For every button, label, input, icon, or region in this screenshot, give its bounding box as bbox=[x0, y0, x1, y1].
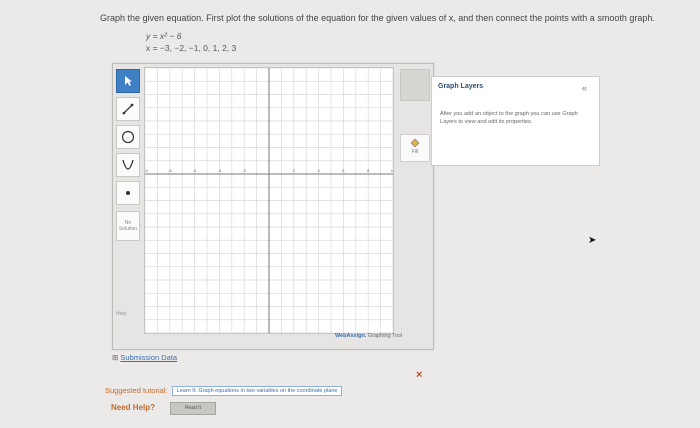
x-tick-label: 2 bbox=[293, 168, 296, 173]
instruction-text: Graph the given equation. First plot the… bbox=[100, 13, 655, 23]
x-tick-label: -2 bbox=[242, 168, 246, 173]
pointer-tool-button[interactable] bbox=[116, 69, 140, 93]
x-tick-label: 10 bbox=[391, 168, 393, 173]
tutorial-link-button[interactable]: Learn It: Graph equations in two variabl… bbox=[171, 386, 343, 397]
read-it-button[interactable]: Read It bbox=[170, 402, 216, 415]
point-icon bbox=[126, 191, 130, 195]
fill-label: Fill bbox=[411, 149, 419, 155]
graph-layers-title: Graph Layers bbox=[438, 83, 484, 90]
need-help-label: Need Help? bbox=[111, 403, 156, 412]
expand-icon: ⊞ bbox=[112, 353, 119, 362]
coordinate-grid[interactable]: -10-8-6-4-224681010 bbox=[144, 67, 394, 334]
line-tool-button[interactable] bbox=[116, 97, 140, 121]
no-solution-label-2: Solution bbox=[118, 226, 138, 232]
equation-text: y = x² − 6 bbox=[146, 31, 182, 41]
mouse-cursor-icon: ➤ bbox=[588, 235, 597, 246]
x-tick-label: -4 bbox=[218, 168, 222, 173]
suggested-tutorial: Suggested tutorial: Learn It: Graph equa… bbox=[105, 386, 343, 397]
x-values-text: x = −3, −2, −1, 0, 1, 2, 3 bbox=[146, 43, 237, 53]
no-solution-button[interactable]: No Solution bbox=[116, 211, 140, 241]
pointer-icon bbox=[125, 76, 132, 86]
brand-label: WebAssign. Graphing Tool bbox=[335, 333, 402, 339]
collapse-icon[interactable]: « bbox=[582, 83, 587, 93]
line-icon bbox=[122, 103, 134, 115]
x-tick-label: 6 bbox=[342, 168, 345, 173]
parabola-icon bbox=[122, 159, 134, 170]
delete-tool-placeholder bbox=[400, 69, 430, 101]
x-tick-label: -10 bbox=[145, 168, 149, 173]
submission-data-label: Submission Data bbox=[120, 353, 178, 362]
graph-layers-panel: Graph Layers « After you add an object t… bbox=[431, 76, 600, 166]
close-icon[interactable]: × bbox=[416, 369, 422, 381]
graphing-tool: No Solution Help -10-8-6-4-224681010 Fil… bbox=[112, 63, 434, 350]
fill-bucket-icon bbox=[410, 138, 420, 148]
grid-svg: -10-8-6-4-224681010 bbox=[145, 68, 393, 333]
fill-tool-button[interactable]: Fill bbox=[400, 134, 430, 162]
brand-suffix: Graphing Tool bbox=[367, 333, 403, 339]
x-tick-label: 8 bbox=[367, 168, 370, 173]
suggested-label: Suggested tutorial: bbox=[105, 386, 168, 395]
submission-data-toggle[interactable]: ⊞ Submission Data bbox=[112, 353, 177, 362]
x-tick-label: -6 bbox=[193, 168, 197, 173]
x-tick-label: -8 bbox=[168, 168, 172, 173]
graph-layers-description: After you add an object to the graph you… bbox=[440, 111, 578, 125]
help-link[interactable]: Help bbox=[116, 311, 126, 317]
parabola-tool-button[interactable] bbox=[116, 153, 140, 177]
brand-name: WebAssign. bbox=[335, 333, 367, 339]
point-tool-button[interactable] bbox=[116, 181, 140, 205]
circle-icon bbox=[121, 130, 135, 144]
x-tick-label: 4 bbox=[317, 168, 320, 173]
circle-tool-button[interactable] bbox=[116, 125, 140, 149]
